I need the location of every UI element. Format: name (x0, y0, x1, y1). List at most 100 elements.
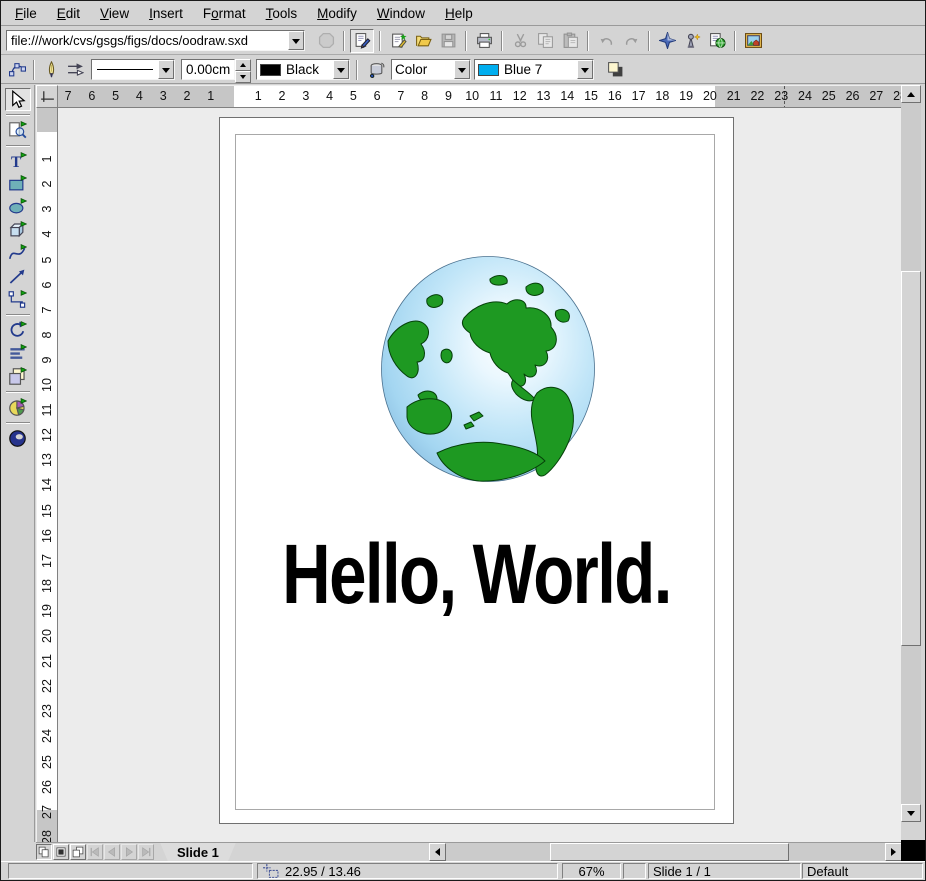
line-style-dropdown-button[interactable] (158, 60, 174, 79)
zoom-level-field[interactable]: 67% (562, 863, 621, 879)
scroll-down-button[interactable] (901, 804, 921, 822)
ellipse-tool-button[interactable] (5, 196, 31, 219)
open-button[interactable] (411, 29, 435, 53)
nav-prev-button[interactable] (104, 844, 120, 860)
shadow-toggle-button[interactable] (603, 58, 627, 82)
menu-edit[interactable]: Edit (47, 3, 90, 24)
edit-points-button[interactable] (5, 58, 29, 82)
line-dialog-button[interactable] (39, 58, 63, 82)
fill-style-combobox[interactable]: Color (391, 59, 471, 80)
status-message-field (8, 863, 253, 879)
v-ruler-number: 1 (37, 149, 57, 169)
connector-tool-button[interactable] (5, 288, 31, 311)
menu-tools[interactable]: Tools (256, 3, 308, 24)
scroll-left-button[interactable] (429, 843, 446, 861)
open-icon (415, 32, 432, 49)
line-width-field[interactable]: 0.00cm (181, 59, 235, 80)
nav-first-icon (89, 846, 101, 858)
area-dialog-button[interactable] (364, 58, 388, 82)
fill-style-dropdown-button[interactable] (454, 60, 470, 79)
h-ruler-number: 2 (272, 89, 292, 103)
edit-points-icon (9, 61, 26, 78)
url-input[interactable] (7, 31, 288, 50)
cube-tool-button[interactable] (5, 219, 31, 242)
copy-button[interactable] (533, 29, 557, 53)
autopilot-button[interactable] (680, 29, 704, 53)
scroll-right-button[interactable] (885, 843, 902, 861)
vertical-scrollbar-thumb[interactable] (901, 271, 921, 646)
h-ruler-number: 5 (106, 89, 126, 103)
horizontal-ruler[interactable]: 7654321123456789101112131415161718192021… (58, 85, 901, 108)
url-dropdown-button[interactable] (288, 31, 304, 50)
pie-tool-icon (8, 398, 27, 417)
print-button[interactable] (472, 29, 496, 53)
line-width-increase-button[interactable] (235, 59, 251, 71)
paste-button[interactable] (558, 29, 582, 53)
line-style-combobox[interactable] (91, 59, 175, 80)
globe-image[interactable] (380, 256, 596, 484)
redo-button[interactable] (619, 29, 643, 53)
horizontal-scrollbar[interactable] (429, 843, 902, 861)
stop-button[interactable] (314, 29, 338, 53)
arrange-tool-button[interactable] (5, 365, 31, 388)
line-color-dropdown-button[interactable] (333, 60, 349, 79)
fill-color-combobox[interactable]: Blue 7 (474, 59, 594, 80)
menu-window[interactable]: Window (367, 3, 435, 24)
fill-color-dropdown-button[interactable] (577, 60, 593, 79)
menu-modify[interactable]: Modify (307, 3, 367, 24)
function-toolbar-buttons (314, 29, 765, 53)
menu-view[interactable]: View (90, 3, 139, 24)
menu-file[interactable]: File (5, 3, 47, 24)
fill-style-label: Color (392, 60, 454, 79)
vertical-ruler[interactable]: 1234567891011121314151617181920212223242… (36, 108, 58, 842)
curve-tool-button[interactable] (5, 242, 31, 265)
select-button[interactable] (5, 88, 31, 111)
nav-first-button[interactable] (87, 844, 103, 860)
master-mode-button[interactable] (53, 844, 69, 860)
position-crosshair-icon (262, 863, 279, 879)
scroll-up-button[interactable] (901, 85, 921, 103)
arrow-style-button[interactable] (63, 58, 87, 82)
menu-bar: FileEditViewInsertFormatToolsModifyWindo… (1, 1, 925, 26)
window-resize-corner[interactable] (901, 840, 925, 861)
arrow-style-icon (67, 61, 84, 78)
drawing-page[interactable]: Hello, World. (219, 117, 734, 824)
rotate-tool-button[interactable] (5, 319, 31, 342)
save-button[interactable] (436, 29, 460, 53)
navigator-button[interactable] (655, 29, 679, 53)
new-doc-button[interactable] (386, 29, 410, 53)
pie-tool-button[interactable] (5, 396, 31, 419)
zoom-page-button[interactable] (5, 119, 31, 142)
edit-file-button[interactable] (350, 29, 374, 53)
arrow-tool-button[interactable] (5, 265, 31, 288)
vertical-scrollbar[interactable] (901, 85, 921, 822)
effects-tool-button[interactable] (5, 427, 31, 450)
menu-insert[interactable]: Insert (139, 3, 193, 24)
slide-tab[interactable]: Slide 1 (160, 843, 236, 862)
menu-help[interactable]: Help (435, 3, 483, 24)
nav-last-button[interactable] (138, 844, 154, 860)
ruler-origin-button[interactable] (36, 85, 58, 108)
drawing-workspace[interactable]: Hello, World. (58, 108, 901, 842)
v-ruler-number: 19 (37, 601, 57, 621)
line-color-label: Black (283, 60, 333, 79)
undo-button[interactable] (594, 29, 618, 53)
hyperlink-button[interactable] (705, 29, 729, 53)
horizontal-scrollbar-thumb[interactable] (550, 843, 789, 861)
line-color-combobox[interactable]: Black (256, 59, 350, 80)
cut-button[interactable] (508, 29, 532, 53)
menu-format[interactable]: Format (193, 3, 256, 24)
hello-world-text[interactable]: Hello, World. (271, 532, 681, 616)
line-width-decrease-button[interactable] (235, 71, 251, 83)
autopilot-icon (684, 32, 701, 49)
page-mode-button[interactable] (36, 844, 52, 860)
align-tool-button[interactable] (5, 342, 31, 365)
text-tool-icon: T (8, 152, 27, 171)
pen-icon (43, 61, 60, 78)
nav-next-button[interactable] (121, 844, 137, 860)
gallery-button[interactable] (741, 29, 765, 53)
layer-mode-button[interactable] (70, 844, 86, 860)
text-tool-button[interactable]: T (5, 150, 31, 173)
rect-tool-button[interactable] (5, 173, 31, 196)
h-ruler-number: 25 (819, 89, 839, 103)
